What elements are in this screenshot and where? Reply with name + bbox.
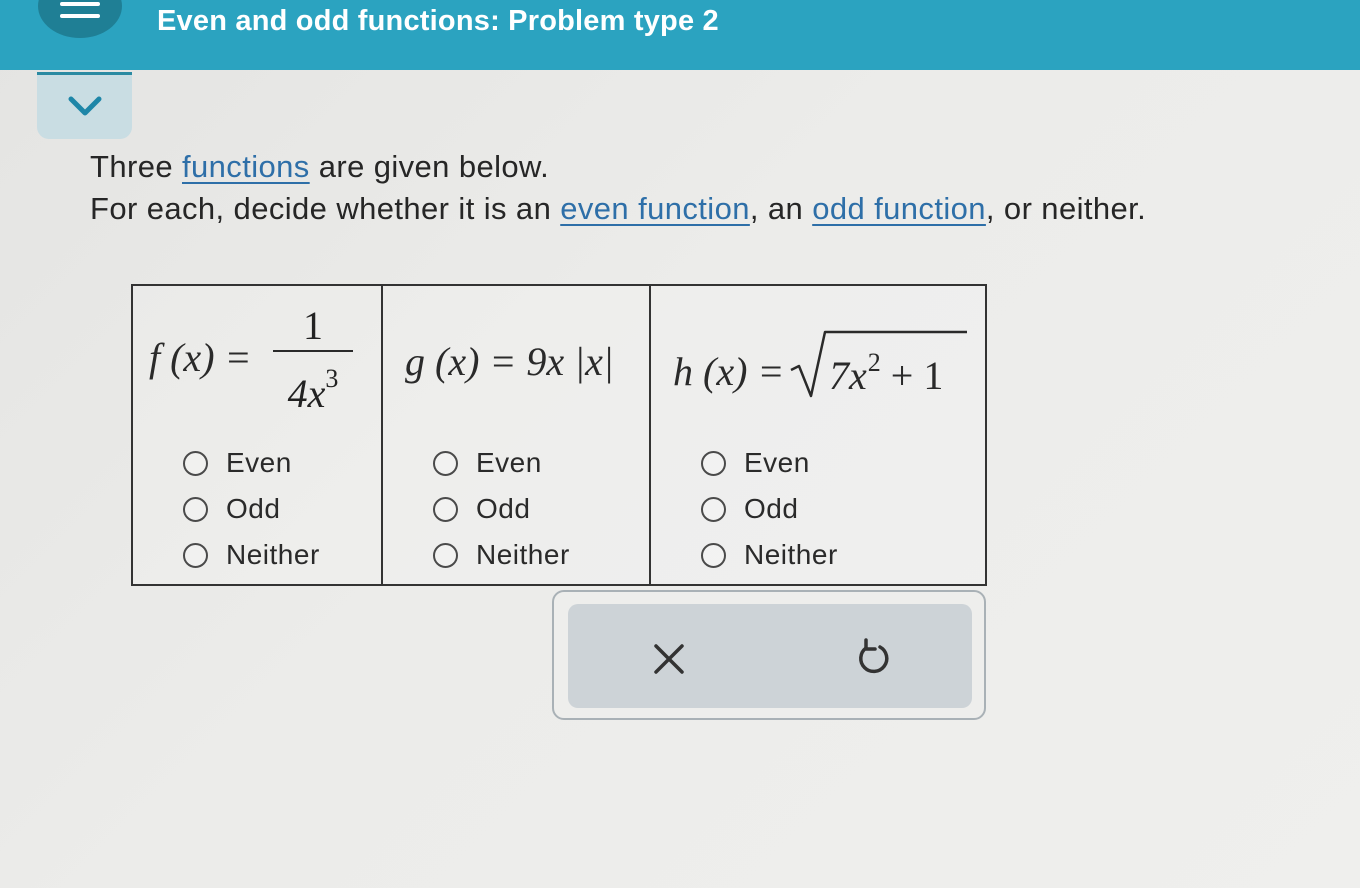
page-title: Even and odd functions: Problem type 2 [157, 5, 719, 37]
radio-button[interactable] [433, 496, 458, 522]
h-option-even[interactable]: Even [701, 440, 838, 486]
g-option-even[interactable]: Even [433, 440, 570, 486]
functions-table: f (x) = 1 4x3 Even Odd Neither g (x) = 9… [131, 284, 987, 586]
f-option-even[interactable]: Even [183, 440, 320, 486]
close-icon [654, 644, 684, 674]
function-g-cell: g (x) = 9x |x| Even Odd Neither [381, 286, 649, 584]
function-g-expression: g (x) = 9x |x| [405, 339, 614, 384]
h-option-neither[interactable]: Neither [701, 532, 838, 578]
clear-button[interactable] [644, 634, 694, 684]
answer-action-panel [552, 590, 986, 720]
menu-icon [60, 2, 100, 6]
g-option-odd[interactable]: Odd [433, 486, 570, 532]
g-option-neither[interactable]: Neither [433, 532, 570, 578]
chevron-down-icon [68, 96, 102, 116]
instruction-line-2: For each, decide whether it is an even f… [90, 191, 1147, 226]
f-option-odd[interactable]: Odd [183, 486, 320, 532]
radio-button[interactable] [183, 496, 208, 522]
function-h-lhs: h (x) = [673, 349, 785, 394]
even-function-link[interactable]: even function [560, 191, 750, 226]
function-f-lhs: f (x) = [149, 335, 252, 380]
radio-button[interactable] [433, 450, 458, 476]
radio-button[interactable] [701, 450, 726, 476]
function-h-cell: h (x) = 7x2 + 1 Even Odd Neither [649, 286, 985, 584]
function-g-options: Even Odd Neither [433, 440, 570, 578]
undo-button[interactable] [849, 634, 899, 684]
radio-button[interactable] [183, 542, 208, 568]
menu-button[interactable] [38, 0, 122, 38]
problem-instructions: Three functions are given below. For eac… [90, 146, 1146, 230]
h-option-odd[interactable]: Odd [701, 486, 838, 532]
undo-icon [859, 638, 889, 674]
collapse-toggle-button[interactable] [37, 72, 132, 139]
function-f-options: Even Odd Neither [183, 440, 320, 578]
radio-button[interactable] [701, 496, 726, 522]
function-f-cell: f (x) = 1 4x3 Even Odd Neither [133, 286, 381, 584]
function-h-options: Even Odd Neither [701, 440, 838, 578]
radio-button[interactable] [183, 450, 208, 476]
action-button-bar [568, 604, 972, 708]
function-f-fraction: 1 4x3 [273, 304, 353, 416]
f-option-neither[interactable]: Neither [183, 532, 320, 578]
functions-link[interactable]: functions [182, 149, 310, 184]
odd-function-link[interactable]: odd function [812, 191, 986, 226]
instruction-line-1: Three functions are given below. [90, 149, 550, 184]
radio-button[interactable] [701, 542, 726, 568]
radio-button[interactable] [433, 542, 458, 568]
function-h-radicand: 7x2 + 1 [829, 348, 944, 398]
top-header-bar: Even and odd functions: Problem type 2 [0, 0, 1360, 70]
